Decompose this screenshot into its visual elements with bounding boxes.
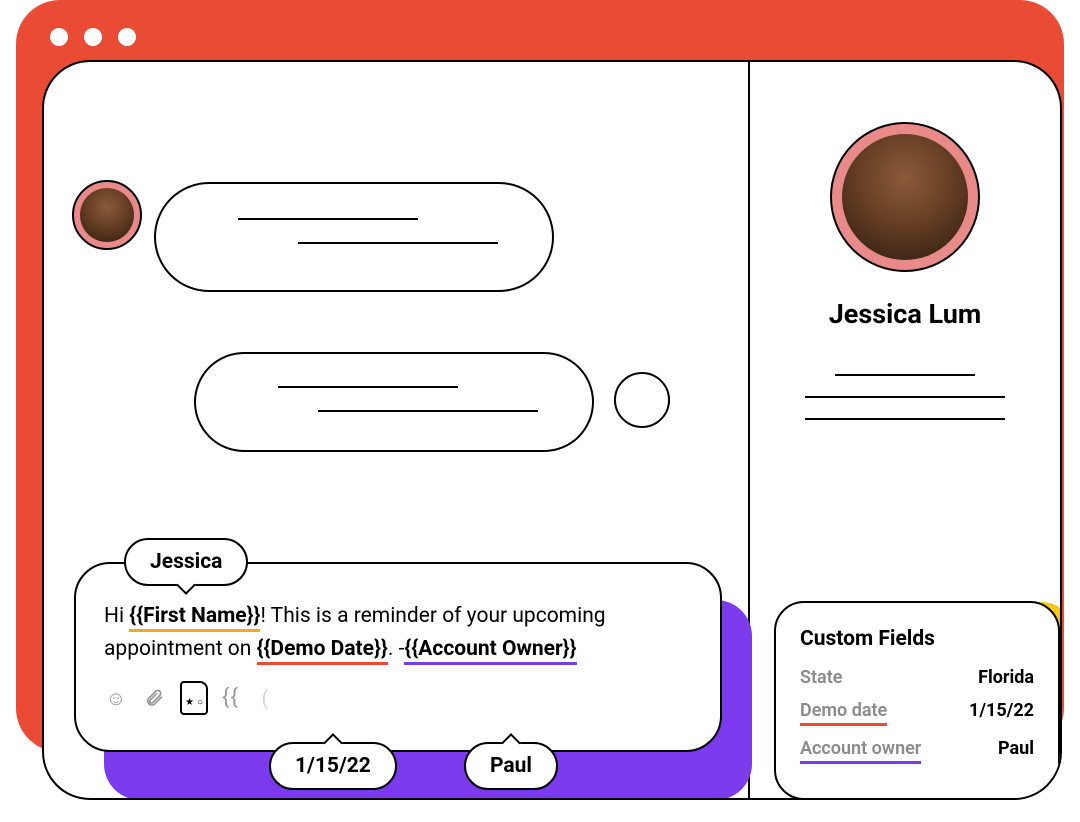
merge-field-icon[interactable]: {{ <box>222 681 239 715</box>
compose-toolbar: ☺ {{ ( <box>104 681 692 715</box>
attachment-icon[interactable] <box>142 686 166 710</box>
token-preview-first-name: Jessica <box>124 538 248 586</box>
compose-text-fragment: Hi <box>104 604 129 628</box>
compose-text-fragment: . - <box>388 637 405 661</box>
custom-field-value: 1/15/22 <box>969 700 1034 721</box>
app-window: Jessica Hi {{First Name}}! This is a rem… <box>42 60 1062 800</box>
merge-token-first-name[interactable]: {{First Name}} <box>129 604 260 632</box>
custom-field-label: Demo date <box>800 700 887 726</box>
emoji-icon[interactable]: ☺ <box>104 686 128 710</box>
merge-token-account-owner[interactable]: {{Account Owner}} <box>404 637 576 665</box>
custom-field-row: Demo date 1/15/22 <box>800 700 1034 726</box>
custom-field-value: Paul <box>998 738 1034 759</box>
token-preview-account-owner: Paul <box>464 742 558 790</box>
contact-avatar-large[interactable] <box>830 122 980 272</box>
custom-field-row: State Florida <box>800 667 1034 688</box>
conversation-pane: Jessica Hi {{First Name}}! This is a rem… <box>44 62 750 798</box>
token-preview-value: 1/15/22 <box>295 754 371 778</box>
compose-text[interactable]: Hi {{First Name}}! This is a reminder of… <box>104 600 692 665</box>
custom-fields-card: Custom Fields State Florida Demo date 1/… <box>774 601 1060 800</box>
window-dot[interactable] <box>50 28 68 46</box>
typing-indicator <box>614 372 670 428</box>
custom-field-label: State <box>800 667 842 688</box>
merge-token-demo-date[interactable]: {{Demo Date}} <box>257 637 388 665</box>
custom-field-value: Florida <box>978 667 1034 688</box>
contact-details-pane: Jessica Lum Custom Fields State Florida … <box>750 62 1060 798</box>
incoming-message-bubble <box>154 182 554 292</box>
custom-fields-title: Custom Fields <box>800 627 1034 651</box>
compose-box[interactable]: Hi {{First Name}}! This is a reminder of… <box>74 562 722 752</box>
token-preview-value: Paul <box>490 754 532 778</box>
custom-field-label: Account owner <box>800 738 921 764</box>
token-preview-value: Jessica <box>150 550 222 574</box>
template-file-icon[interactable] <box>180 681 208 715</box>
window-dot[interactable] <box>118 28 136 46</box>
incoming-message-bubble <box>194 352 594 452</box>
contact-meta-placeholder <box>805 374 1005 440</box>
contact-avatar-small[interactable] <box>72 180 142 250</box>
token-preview-demo-date: 1/15/22 <box>269 742 397 790</box>
more-icon[interactable]: ( <box>253 686 277 710</box>
custom-field-row: Account owner Paul <box>800 738 1034 764</box>
window-dot[interactable] <box>84 28 102 46</box>
contact-name: Jessica Lum <box>829 298 982 330</box>
